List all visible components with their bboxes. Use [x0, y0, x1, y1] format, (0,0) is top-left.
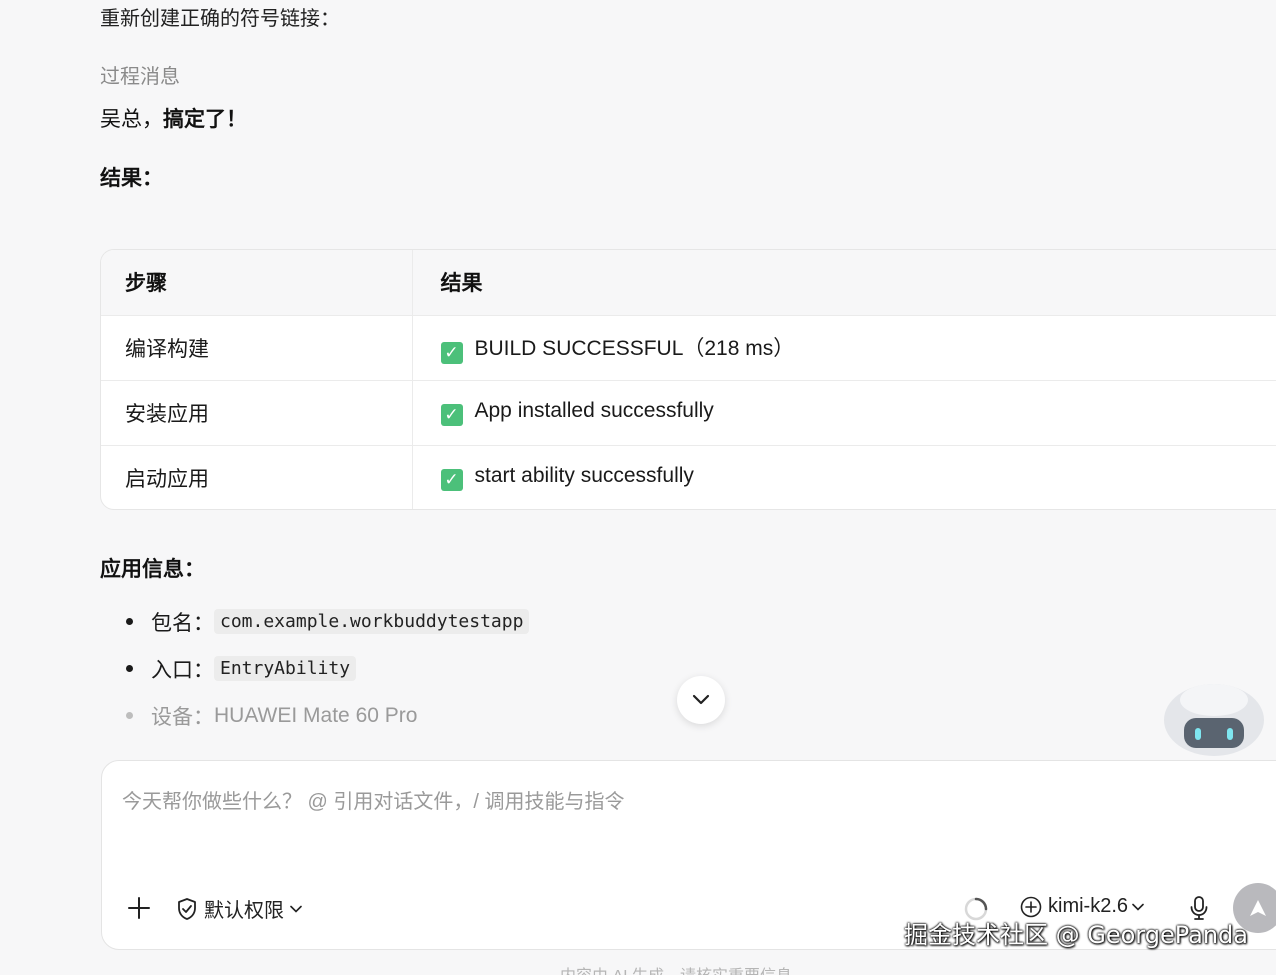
info-code-value: com.example.workbuddytestapp [214, 609, 530, 634]
greeting-text: 吴总，搞定了！ [100, 103, 247, 133]
table-cell-result: ✓ BUILD SUCCESSFUL（218 ms） [412, 315, 1276, 381]
table-cell-step: 编译构建 [101, 315, 413, 381]
shield-check-icon [178, 897, 196, 920]
info-label: 包名： [151, 611, 214, 635]
chat-page: 重新创建正确的符号链接： 过程消息 吴总，搞定了！ 结果： 步骤 结果 编译构建… [0, 0, 1276, 975]
result-text: BUILD SUCCESSFUL（218 ms） [474, 336, 795, 360]
table-row: 安装应用 ✓ App installed successfully [101, 380, 1276, 446]
table-cell-result: ✓ App installed successfully [412, 380, 1276, 446]
check-mark-icon: ✓ [440, 469, 463, 492]
bullet-icon [126, 712, 133, 719]
check-mark-icon: ✓ [440, 341, 463, 364]
list-item: 包名： com.example.workbuddytestapp [126, 598, 530, 645]
chevron-down-icon [290, 905, 302, 913]
table-row: 启动应用 ✓ start ability successfully [101, 445, 1276, 509]
table-header-result: 结果 [412, 250, 1276, 316]
result-text: start ability successfully [474, 464, 694, 488]
table-header-row: 步骤 结果 [101, 250, 1276, 316]
bullet-icon [126, 665, 133, 672]
info-value: HUAWEI Mate 60 Pro [214, 703, 418, 727]
app-info-heading: 应用信息： [100, 558, 205, 581]
list-item: 设备： HUAWEI Mate 60 Pro [126, 692, 529, 739]
app-info-list: 包名： com.example.workbuddytestapp 入口： Entry… [126, 598, 530, 739]
table-header-step: 步骤 [101, 250, 413, 316]
list-item: 入口： EntryAbility [126, 645, 529, 692]
result-table: 步骤 结果 编译构建 ✓ BUILD SUCCESSFUL（218 ms） 安装应… [100, 249, 1276, 510]
permission-dropdown[interactable]: 默认权限 [176, 894, 302, 923]
greeting-bold: 搞定了！ [163, 108, 247, 131]
table-cell-result: ✓ start ability successfully [412, 445, 1276, 509]
info-label: 设备： [151, 705, 214, 729]
info-label: 入口： [151, 658, 214, 682]
add-attachment-button[interactable] [126, 895, 152, 921]
table-cell-step: 启动应用 [101, 445, 413, 509]
check-mark-icon: ✓ [440, 404, 463, 426]
table-cell-step: 安装应用 [101, 380, 413, 446]
arrow-up-icon [1250, 900, 1266, 916]
result-text: App installed successfully [474, 399, 714, 422]
message-text-line: 重新创建正确的符号链接： [100, 8, 340, 30]
chat-input-placeholder[interactable]: 今天帮你做些什么？ @ 引用对话文件，/ 调用技能与指令 [122, 785, 625, 814]
bullet-icon [126, 618, 133, 625]
info-code-value: EntryAbility [214, 656, 357, 681]
chevron-down-icon [692, 694, 710, 705]
result-heading: 结果： [100, 167, 163, 190]
mascot-robot-icon[interactable] [1162, 680, 1266, 758]
chevron-down-icon [1132, 903, 1144, 911]
table-row: 编译构建 ✓ BUILD SUCCESSFUL（218 ms） [101, 315, 1276, 381]
watermark-text: 掘金技术社区 @ GeorgePanda [904, 921, 1249, 949]
greeting-prefix: 吴总， [100, 108, 163, 131]
process-message-label[interactable]: 过程消息 [100, 60, 180, 89]
ai-disclaimer: 内容由 AI 生成，请核实重要信息 [560, 962, 792, 975]
scroll-to-bottom-button[interactable] [677, 676, 725, 724]
permission-label: 默认权限 [204, 900, 284, 922]
